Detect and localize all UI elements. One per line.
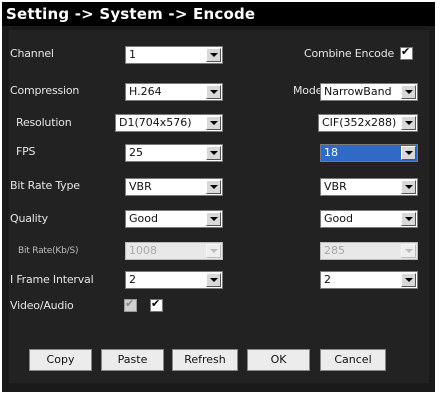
mode-select[interactable]: NarrowBand [320, 83, 418, 101]
combine-encode-label: Combine Encode [304, 47, 395, 60]
channel-select[interactable]: 1 [125, 46, 223, 64]
chevron-down-icon [206, 244, 221, 258]
bit-rate-type-extra-select[interactable]: VBR [320, 178, 418, 196]
chevron-down-icon[interactable] [206, 116, 221, 130]
bit-rate-main-value: 1008 [129, 244, 157, 257]
bit-rate-type-main-value: VBR [129, 180, 152, 193]
video-audio-extra-checkbox[interactable] [150, 297, 163, 312]
bit-rate-type-main-select[interactable]: VBR [125, 178, 223, 196]
copy-button-label: Copy [46, 353, 75, 366]
refresh-button[interactable]: Refresh [172, 349, 238, 371]
i-frame-interval-label: I Frame Interval [10, 273, 94, 286]
resolution-extra-select[interactable]: CIF(352x288) [318, 114, 418, 132]
mode-label: Mode [293, 84, 323, 97]
chevron-down-icon[interactable] [206, 48, 221, 62]
channel-label: Channel [10, 47, 54, 60]
chevron-down-icon[interactable] [206, 273, 221, 287]
bit-rate-main-select: 1008 [125, 242, 223, 260]
i-frame-interval-main-select[interactable]: 2 [125, 271, 223, 289]
bit-rate-extra-select: 285 [320, 242, 418, 260]
fps-main-value: 25 [129, 146, 143, 159]
bit-rate-label: Bit Rate(Kb/S) [18, 246, 79, 256]
chevron-down-icon[interactable] [401, 116, 416, 130]
paste-button-label: Paste [117, 353, 148, 366]
fps-extra-value: 18 [324, 146, 338, 159]
ok-button[interactable]: OK [247, 349, 310, 371]
chevron-down-icon[interactable] [206, 212, 221, 226]
fps-label: FPS [16, 145, 36, 158]
refresh-button-label: Refresh [184, 353, 226, 366]
paste-button[interactable]: Paste [101, 349, 164, 371]
resolution-extra-value: CIF(352x288) [322, 116, 397, 129]
chevron-down-icon[interactable] [401, 85, 416, 99]
fps-extra-select[interactable]: 18 [320, 144, 418, 162]
cancel-button[interactable]: Cancel [320, 349, 386, 371]
chevron-down-icon[interactable] [401, 212, 416, 226]
chevron-down-icon [401, 244, 416, 258]
compression-select[interactable]: H.264 [125, 83, 223, 101]
quality-main-value: Good [129, 212, 158, 225]
chevron-down-icon[interactable] [206, 180, 221, 194]
compression-value: H.264 [129, 85, 162, 98]
chevron-down-icon[interactable] [206, 85, 221, 99]
window-title: Setting -> System -> Encode [2, 2, 435, 26]
resolution-main-select[interactable]: D1(704x576) [115, 114, 223, 132]
mode-value: NarrowBand [324, 85, 392, 98]
i-frame-interval-extra-select[interactable]: 2 [320, 271, 418, 289]
chevron-down-icon[interactable] [206, 146, 221, 160]
chevron-down-icon[interactable] [401, 146, 416, 160]
resolution-label: Resolution [16, 116, 72, 129]
bit-rate-type-label: Bit Rate Type [10, 179, 80, 192]
bit-rate-type-extra-value: VBR [324, 180, 347, 193]
quality-extra-select[interactable]: Good [320, 210, 418, 228]
compression-label: Compression [10, 84, 80, 97]
ok-button-label: OK [270, 353, 287, 366]
video-audio-label: Video/Audio [10, 299, 74, 312]
video-audio-main-checkbox [124, 297, 137, 312]
cancel-button-label: Cancel [334, 353, 372, 366]
bit-rate-extra-value: 285 [324, 244, 345, 257]
i-frame-interval-main-value: 2 [129, 273, 136, 286]
quality-main-select[interactable]: Good [125, 210, 223, 228]
channel-value: 1 [129, 48, 136, 61]
quality-extra-value: Good [324, 212, 353, 225]
encode-settings-window: Setting -> System -> Encode Channel 1 Co… [2, 2, 435, 392]
chevron-down-icon[interactable] [401, 180, 416, 194]
combine-encode-checkbox[interactable] [400, 45, 413, 60]
i-frame-interval-extra-value: 2 [324, 273, 331, 286]
copy-button[interactable]: Copy [29, 349, 92, 371]
chevron-down-icon[interactable] [401, 273, 416, 287]
quality-label: Quality [10, 212, 48, 225]
fps-main-select[interactable]: 25 [125, 144, 223, 162]
resolution-main-value: D1(704x576) [119, 116, 192, 129]
